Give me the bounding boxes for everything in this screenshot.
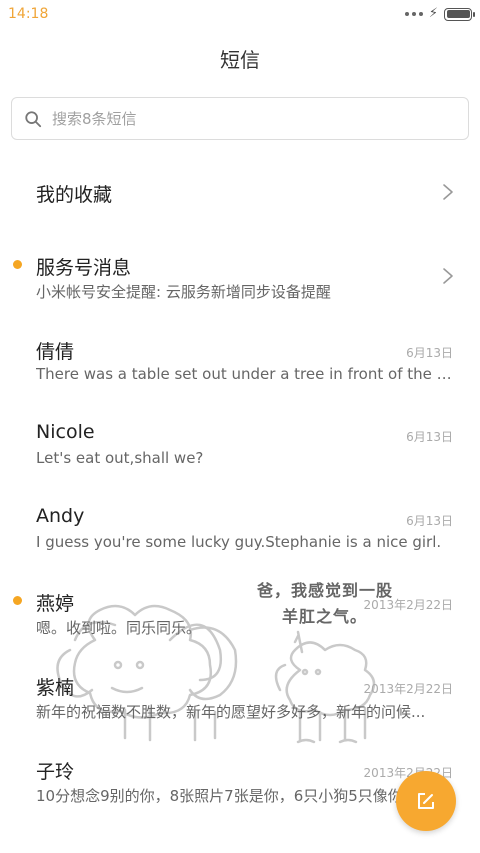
compose-button[interactable] — [396, 771, 456, 831]
search-input[interactable] — [52, 109, 432, 128]
charging-icon: ⚡ — [428, 6, 438, 21]
list-item-conversation[interactable]: Andy 6月13日 I guess you're some lucky guy… — [0, 486, 480, 570]
conversation-title: 我的收藏 — [36, 184, 113, 206]
search-icon — [25, 110, 42, 127]
sms-screen: 14:18 ⚡ 短信 搜索8条短信 爸，我感觉到一股 羊肛之气。 我的收藏 服务… — [0, 0, 480, 853]
conversation-preview: 嗯。收到啦。同乐同乐。 — [36, 619, 202, 637]
conversation-preview: Let's eat out,shall we? — [36, 449, 204, 467]
list-item-conversation[interactable]: Nicole 6月13日 Let's eat out,shall we? — [0, 402, 480, 486]
conversation-title: Nicole — [36, 421, 95, 443]
conversation-title: 子玲 — [36, 761, 75, 783]
unread-dot — [13, 596, 22, 605]
conversation-preview: 新年的祝福数不胜数，新年的愿望好多好多，新年的问候... — [36, 703, 426, 721]
list-item-favorites[interactable]: 我的收藏 — [0, 150, 480, 234]
page-title: 短信 — [220, 48, 260, 72]
conversation-date: 2013年2月22日 — [363, 682, 453, 696]
list-item-conversation[interactable]: 紫楠 2013年2月22日 新年的祝福数不胜数，新年的愿望好多好多，新年的问候.… — [0, 654, 480, 738]
status-bar: 14:18 ⚡ — [0, 0, 480, 30]
conversation-date: 2013年2月22日 — [363, 598, 453, 612]
conversation-title: 倩倩 — [36, 341, 75, 363]
unread-dot — [13, 260, 22, 269]
chevron-right-icon — [443, 268, 453, 284]
conversation-date: 6月13日 — [406, 430, 453, 444]
conversation-preview: 10分想念9别的你，8张照片7张是你，6只小狗5只像你... — [36, 787, 418, 805]
conversation-date: 6月13日 — [406, 346, 453, 360]
conversation-preview: There was a table set out under a tree i… — [36, 365, 456, 383]
list-item-service-messages[interactable]: 服务号消息 小米帐号安全提醒: 云服务新增同步设备提醒 — [0, 234, 480, 318]
conversation-date: 6月13日 — [406, 514, 453, 528]
signal-dots-icon — [404, 12, 423, 16]
list-item-conversation[interactable]: 倩倩 6月13日 There was a table set out under… — [0, 318, 480, 402]
status-time: 14:18 — [8, 6, 49, 22]
battery-icon — [444, 7, 475, 21]
list-item-conversation[interactable]: 燕婷 2013年2月22日 嗯。收到啦。同乐同乐。 — [0, 570, 480, 654]
status-icons: ⚡ — [404, 6, 475, 21]
chevron-right-icon — [443, 184, 453, 200]
search-bar[interactable] — [11, 97, 469, 140]
conversation-title: 紫楠 — [36, 677, 75, 699]
conversation-title: 服务号消息 — [36, 257, 132, 279]
conversation-preview: 小米帐号安全提醒: 云服务新增同步设备提醒 — [36, 283, 331, 301]
conversation-preview: I guess you're some lucky guy.Stephanie … — [36, 533, 442, 551]
compose-icon — [418, 793, 434, 809]
conversation-title: 燕婷 — [36, 593, 75, 615]
conversation-title: Andy — [36, 505, 85, 527]
